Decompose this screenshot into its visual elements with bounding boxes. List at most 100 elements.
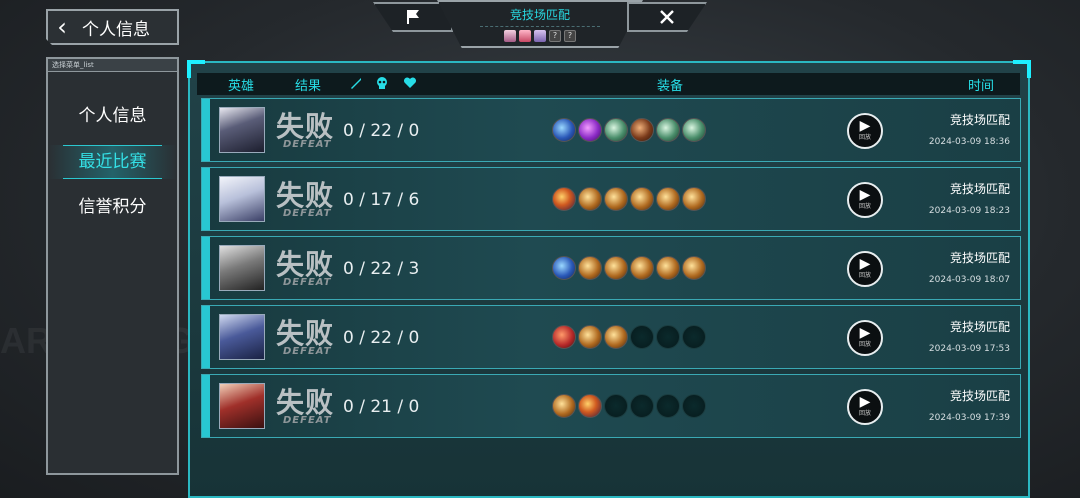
equipment-slot: gold [656, 187, 680, 211]
match-mode-panel: 竞技场匹配 ? ? [373, 0, 707, 48]
equipment-slot: brown [630, 118, 654, 142]
match-mode: 竞技场匹配 [949, 389, 1010, 403]
equipment-slot: fire [578, 394, 602, 418]
hero-thumb [534, 30, 546, 42]
back-button[interactable]: ‹ 个人信息 [46, 9, 179, 45]
match-mode: 竞技场匹配 [949, 182, 1010, 196]
replay-icon: ▶ [859, 256, 871, 272]
replay-button[interactable]: ▶ 回放 [847, 113, 883, 149]
replay-button[interactable]: ▶ 回放 [847, 320, 883, 356]
header-hero: 英雄 [228, 79, 255, 94]
match-row[interactable]: 失败 DEFEAT 0 / 21 / 0 goldfireemptyemptye… [201, 374, 1021, 438]
result-sub: DEFEAT [283, 139, 332, 150]
match-time: 2024-03-09 18:07 [928, 275, 1010, 285]
heart-assist-icon [403, 77, 417, 88]
equipment-slot: empty [604, 394, 628, 418]
replay-icon: ▶ [859, 187, 871, 203]
hero-avatar [219, 245, 265, 291]
header-time: 时间 [968, 79, 995, 94]
kda-value: 0 / 22 / 0 [343, 328, 420, 348]
replay-icon: ▶ [859, 394, 871, 410]
close-button[interactable] [627, 2, 707, 32]
equipment-slot: green [682, 118, 706, 142]
match-time: 2024-03-09 18:36 [928, 137, 1010, 147]
equipment-list: bluepurplegreenbrowngreengreen [552, 118, 706, 142]
hero-thumb [504, 30, 516, 42]
equipment-list: firegoldgoldgoldgoldgold [552, 187, 706, 211]
match-mode: 竞技场匹配 [949, 251, 1010, 265]
skull-icon [377, 77, 387, 89]
result-sub: DEFEAT [283, 277, 332, 288]
replay-button[interactable]: ▶ 回放 [847, 182, 883, 218]
team-heroes: ? ? [439, 30, 641, 42]
match-history-panel: 英雄 结果 装备 时间 失败 DEFEAT 0 / 22 / 0 bluepur… [187, 60, 1031, 498]
match-row[interactable]: 失败 DEFEAT 0 / 22 / 0 bluepurplegreenbrow… [201, 98, 1021, 162]
side-menu: 选择菜单_list 个人信息 最近比赛 信誉积分 [46, 57, 179, 475]
match-time: 2024-03-09 17:53 [928, 344, 1010, 354]
replay-button[interactable]: ▶ 回放 [847, 389, 883, 425]
equipment-slot: fire [552, 187, 576, 211]
equipment-slot: empty [682, 325, 706, 349]
equipment-list: bluegoldgoldgoldgoldgold [552, 256, 706, 280]
row-stripe [202, 306, 210, 368]
hero-unknown: ? [564, 30, 576, 42]
match-row[interactable]: 失败 DEFEAT 0 / 17 / 6 firegoldgoldgoldgol… [201, 167, 1021, 231]
replay-button[interactable]: ▶ 回放 [847, 251, 883, 287]
equipment-slot: empty [682, 394, 706, 418]
equipment-slot: gold [552, 394, 576, 418]
equipment-slot: blue [552, 118, 576, 142]
equipment-slot: red [552, 325, 576, 349]
kda-value: 0 / 21 / 0 [343, 397, 420, 417]
result-sub: DEFEAT [283, 208, 332, 219]
equipment-slot: gold [682, 256, 706, 280]
equipment-slot: gold [682, 187, 706, 211]
equipment-slot: gold [578, 325, 602, 349]
result-sub: DEFEAT [283, 415, 332, 426]
equipment-slot: empty [656, 394, 680, 418]
flag-icon [407, 10, 419, 24]
equipment-slot: empty [630, 325, 654, 349]
equipment-slot: purple [578, 118, 602, 142]
close-icon [660, 10, 674, 24]
hero-avatar [219, 314, 265, 360]
replay-label: 回放 [858, 410, 871, 417]
equipment-slot: green [656, 118, 680, 142]
replay-icon: ▶ [859, 325, 871, 341]
hero-avatar [219, 383, 265, 429]
sword-icon [351, 78, 361, 89]
menu-item-recent-matches[interactable]: 最近比赛 [48, 145, 177, 179]
hero-unknown: ? [549, 30, 561, 42]
kda-value: 0 / 17 / 6 [343, 190, 420, 210]
match-row[interactable]: 失败 DEFEAT 0 / 22 / 3 bluegoldgoldgoldgol… [201, 236, 1021, 300]
kda-value: 0 / 22 / 3 [343, 259, 420, 279]
replay-label: 回放 [858, 134, 871, 141]
equipment-slot: green [604, 118, 628, 142]
hero-thumb [519, 30, 531, 42]
match-row[interactable]: 失败 DEFEAT 0 / 22 / 0 redgoldgoldemptyemp… [201, 305, 1021, 369]
kda-value: 0 / 22 / 0 [343, 121, 420, 141]
chevron-left-icon: ‹ [57, 13, 67, 41]
equipment-list: goldfireemptyemptyemptyempty [552, 394, 706, 418]
equipment-slot: blue [552, 256, 576, 280]
equipment-slot: gold [604, 187, 628, 211]
row-stripe [202, 168, 210, 230]
equipment-slot: gold [604, 256, 628, 280]
hero-avatar [219, 176, 265, 222]
equipment-slot: empty [656, 325, 680, 349]
menu-item-credit-score[interactable]: 信誉积分 [48, 190, 177, 224]
mode-title: 竞技场匹配 [509, 8, 570, 22]
match-mode: 竞技场匹配 [949, 113, 1010, 127]
replay-label: 回放 [858, 203, 871, 210]
replay-label: 回放 [858, 341, 871, 348]
row-stripe [202, 99, 210, 161]
equipment-slot: gold [578, 187, 602, 211]
header-equipment: 装备 [657, 79, 684, 94]
replay-icon: ▶ [859, 118, 871, 134]
menu-item-profile[interactable]: 个人信息 [48, 99, 177, 133]
equipment-slot: gold [656, 256, 680, 280]
header-result: 结果 [295, 79, 322, 94]
row-stripe [202, 237, 210, 299]
match-time: 2024-03-09 17:39 [928, 413, 1010, 423]
equipment-slot: gold [630, 256, 654, 280]
row-stripe [202, 375, 210, 437]
